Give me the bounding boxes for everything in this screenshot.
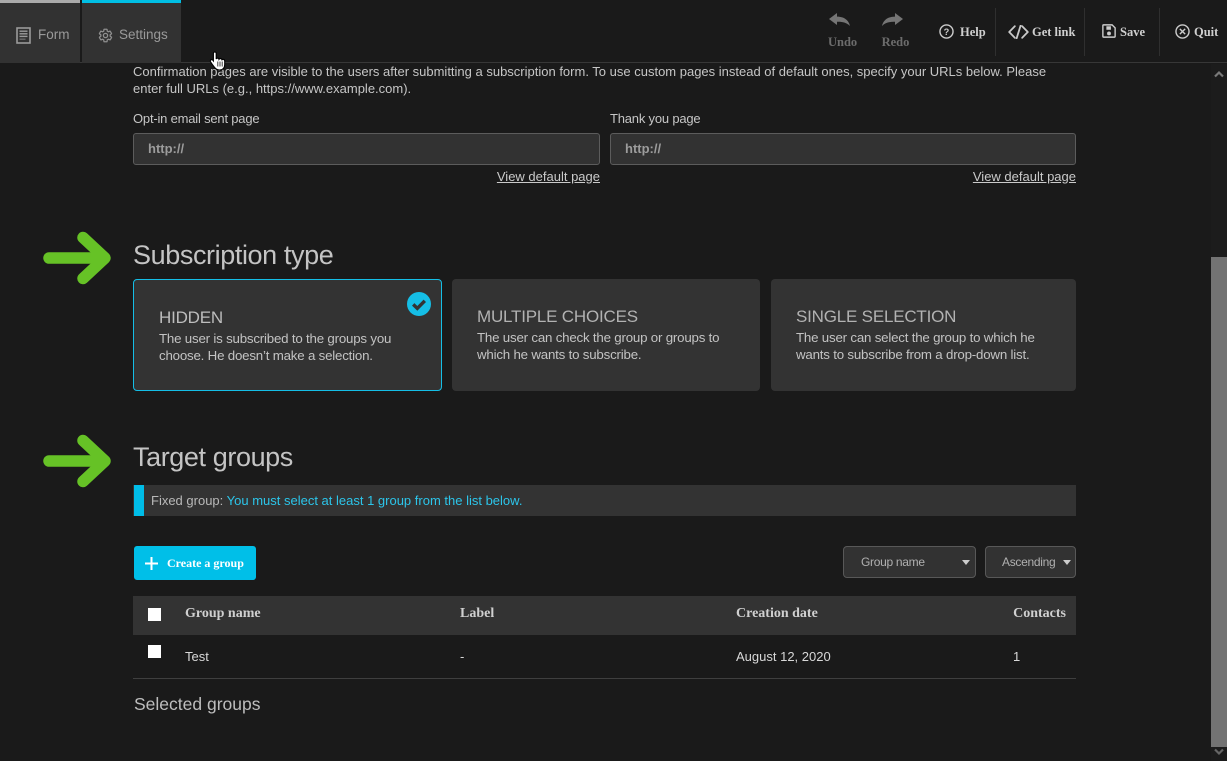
svg-text:?: ? — [944, 27, 950, 37]
